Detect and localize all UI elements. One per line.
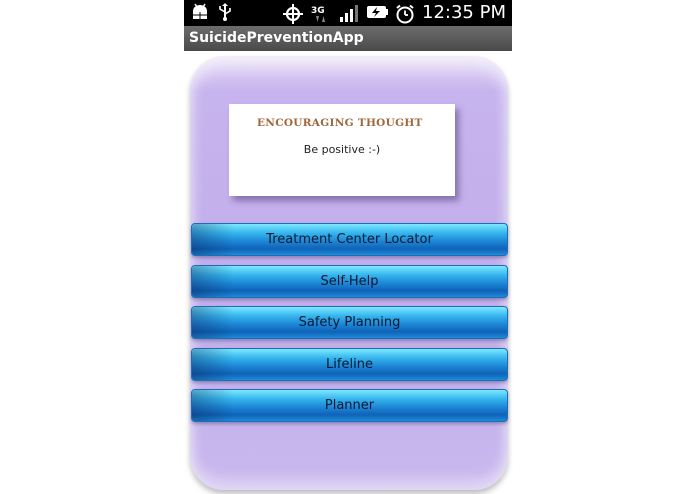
encouraging-thought-card: ENCOURAGING THOUGHT Be positive :-) (229, 104, 455, 196)
button-label: Safety Planning (298, 315, 401, 330)
button-label: Self-Help (320, 274, 379, 289)
status-bar: 3G 12:35 PM (184, 0, 512, 26)
android-debug-icon (190, 3, 210, 21)
treatment-center-locator-button[interactable]: Treatment Center Locator (191, 223, 508, 256)
usb-icon (216, 3, 236, 21)
planner-button[interactable]: Planner (191, 389, 508, 422)
button-label: Treatment Center Locator (266, 232, 433, 247)
status-clock: 12:35 PM (422, 2, 506, 23)
safety-planning-button[interactable]: Safety Planning (191, 306, 508, 339)
lifeline-button[interactable]: Lifeline (191, 348, 508, 381)
gps-icon (283, 4, 304, 24)
app-title: SuicidePreventionApp (189, 30, 364, 46)
self-help-button[interactable]: Self-Help (191, 265, 508, 298)
thought-heading: ENCOURAGING THOUGHT (257, 117, 423, 129)
button-label: Lifeline (326, 357, 373, 372)
thought-text: Be positive :-) (303, 143, 381, 156)
battery-charging-icon (366, 4, 389, 22)
alarm-clock-icon (395, 4, 415, 24)
svg-text:3G: 3G (311, 6, 325, 16)
phone-screen: 3G 12:35 PM SuicidePreventionApp ENCOURA… (184, 0, 512, 494)
app-title-bar: SuicidePreventionApp (184, 26, 512, 51)
button-label: Planner (324, 398, 375, 413)
network-3g-icon: 3G (310, 4, 332, 22)
signal-icon (339, 4, 359, 22)
